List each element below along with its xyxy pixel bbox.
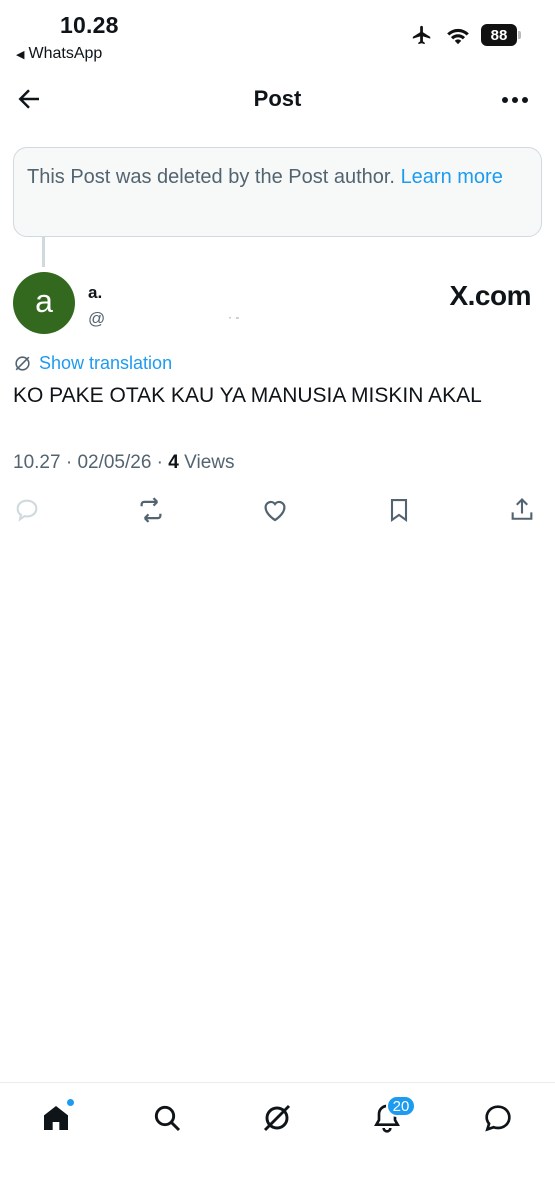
back-triangle-icon: ◀ [16, 48, 25, 61]
redacted-mark: · - [228, 310, 240, 324]
post-actions [0, 494, 555, 530]
status-bar: 10.28 ◀ WhatsApp 88 [0, 0, 555, 70]
grok-icon [263, 1104, 291, 1132]
show-translation-label: Show translation [39, 353, 173, 373]
translate-icon [15, 356, 30, 371]
bottom-navigation: 20 [0, 1082, 555, 1200]
post-date: 02/05/26 [77, 452, 152, 473]
heart-icon [264, 500, 286, 522]
views-label: Views [184, 452, 235, 473]
post-text: KO PAKE OTAK KAU YA MANUSIA MISKIN AKAL [13, 384, 482, 407]
views-count: 4 [168, 452, 179, 473]
home-icon [44, 1106, 68, 1130]
search-icon [154, 1105, 181, 1132]
status-icons: 88 [409, 24, 521, 46]
xcom-watermark: X.com [449, 280, 531, 311]
nav-search[interactable] [150, 1101, 184, 1135]
wifi-icon [447, 28, 469, 45]
like-button[interactable] [259, 494, 291, 526]
back-app-label: WhatsApp [28, 45, 103, 62]
reply-button[interactable] [11, 494, 43, 526]
page-title: Post [253, 86, 302, 111]
notifications-badge: 20 [386, 1095, 416, 1117]
reply-icon [16, 499, 38, 522]
nav-notifications[interactable]: 20 [370, 1095, 416, 1135]
post-time: 10.27 [13, 452, 61, 473]
learn-more-link[interactable]: Learn more [401, 166, 503, 188]
show-translation-button[interactable]: Show translation [13, 353, 172, 374]
bookmark-button[interactable] [383, 494, 415, 526]
more-options-icon[interactable] [499, 86, 531, 114]
nav-messages[interactable] [481, 1101, 515, 1135]
nav-grok[interactable] [260, 1101, 294, 1135]
battery-level: 88 [490, 26, 508, 44]
repost-button[interactable] [135, 494, 167, 526]
deleted-post-notice: This Post was deleted by the Post author… [13, 147, 542, 237]
bookmark-icon [390, 499, 408, 522]
status-time: 10.28 [60, 12, 119, 38]
battery-indicator: 88 [481, 24, 521, 46]
repost-icon [140, 497, 162, 523]
deleted-notice-text: This Post was deleted by the Post author… [27, 166, 395, 188]
home-unread-dot [66, 1098, 75, 1107]
thread-connector-line [42, 237, 45, 267]
avatar[interactable]: a [13, 272, 75, 334]
author-handle[interactable]: @ [88, 309, 105, 329]
messages-icon [485, 1105, 511, 1132]
airplane-icon [412, 25, 431, 45]
post-meta: 10.27 · 02/05/26 · 4 Views [13, 452, 235, 473]
nav-home[interactable] [39, 1098, 75, 1135]
share-button[interactable] [506, 494, 538, 526]
author-name[interactable]: a. [88, 283, 102, 303]
top-header: Post [0, 78, 555, 122]
avatar-letter: a [35, 282, 53, 319]
share-icon [511, 498, 533, 520]
back-to-app-link[interactable]: ◀ WhatsApp [16, 45, 102, 63]
